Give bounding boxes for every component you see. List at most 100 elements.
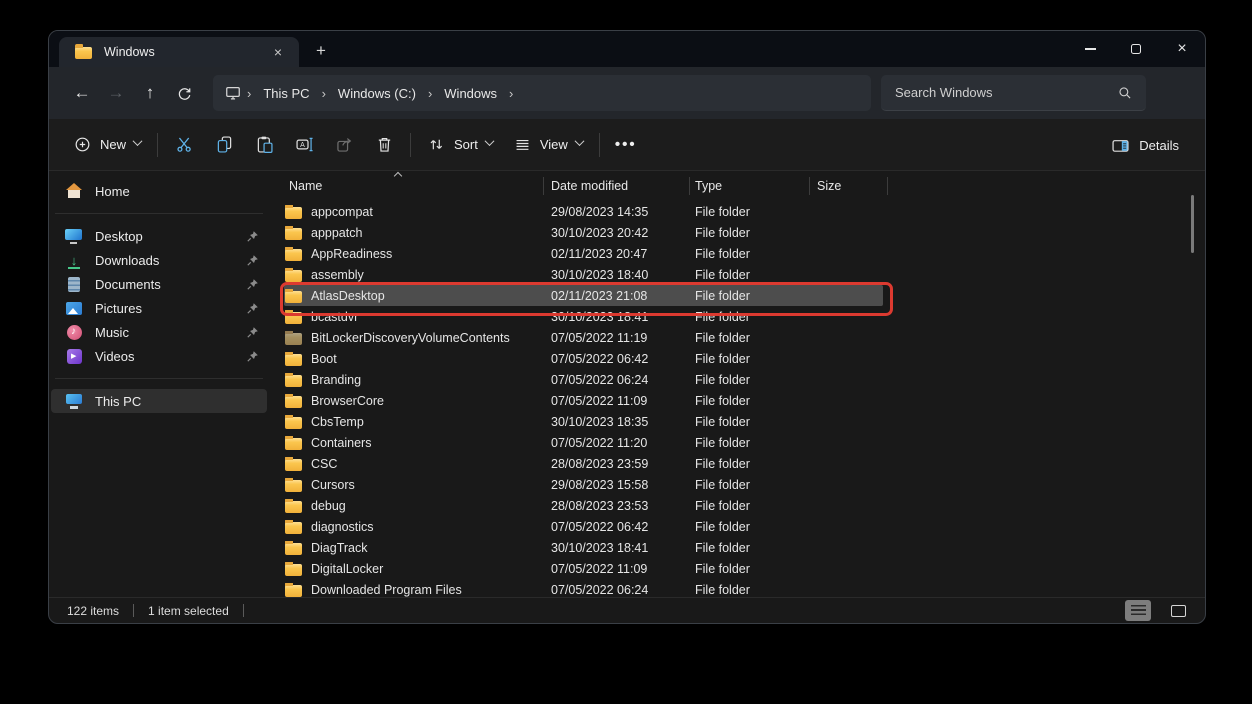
close-button[interactable]: × bbox=[1159, 32, 1205, 66]
folder-icon bbox=[285, 501, 302, 513]
file-row[interactable]: BrowserCore 07/05/2022 11:09 File folder bbox=[269, 390, 1205, 411]
folder-icon bbox=[285, 375, 302, 387]
file-row[interactable]: Containers 07/05/2022 11:20 File folder bbox=[269, 432, 1205, 453]
file-row[interactable]: assembly 30/10/2023 18:40 File folder bbox=[269, 264, 1205, 285]
up-button[interactable]: ↑ bbox=[133, 77, 167, 109]
back-button[interactable]: ← bbox=[65, 77, 99, 109]
pin-icon bbox=[246, 254, 259, 267]
file-row[interactable]: AtlasDesktop 02/11/2023 21:08 File folde… bbox=[269, 285, 1205, 306]
file-name-cell: apppatch bbox=[269, 226, 544, 240]
tab-close-icon[interactable]: × bbox=[267, 41, 289, 63]
copy-button[interactable] bbox=[204, 127, 244, 163]
search-icon[interactable] bbox=[1116, 84, 1134, 102]
file-row[interactable]: BitLockerDiscoveryVolumeContents 07/05/2… bbox=[269, 327, 1205, 348]
column-header-type[interactable]: Type bbox=[690, 171, 810, 201]
sidebar-item-this-pc[interactable]: This PC bbox=[51, 389, 267, 413]
file-row[interactable]: appcompat 29/08/2023 14:35 File folder bbox=[269, 201, 1205, 222]
folder-icon bbox=[285, 480, 302, 492]
breadcrumb-segment[interactable]: Windows bbox=[436, 83, 505, 104]
sidebar-item-documents[interactable]: Documents bbox=[51, 272, 267, 296]
cut-button[interactable] bbox=[164, 127, 204, 163]
file-name-cell: debug bbox=[269, 499, 544, 513]
circle-plus-icon bbox=[73, 135, 92, 154]
search-box bbox=[881, 75, 1146, 111]
column-header-date-modified[interactable]: Date modified bbox=[544, 171, 690, 201]
column-header-size[interactable]: Size bbox=[810, 171, 888, 201]
file-row[interactable]: debug 28/08/2023 23:53 File folder bbox=[269, 495, 1205, 516]
vertical-scrollbar[interactable] bbox=[1191, 195, 1194, 253]
column-header-name[interactable]: Name bbox=[269, 171, 544, 201]
maximize-button[interactable] bbox=[1113, 32, 1159, 66]
details-view-toggle[interactable] bbox=[1125, 600, 1151, 621]
details-pane-button[interactable]: Details bbox=[1100, 127, 1189, 163]
sidebar-item-downloads[interactable]: Downloads bbox=[51, 248, 267, 272]
command-bar: New bbox=[49, 119, 1205, 171]
file-row[interactable]: AppReadiness 02/11/2023 20:47 File folde… bbox=[269, 243, 1205, 264]
view-button[interactable]: View bbox=[503, 127, 593, 163]
new-tab-button[interactable]: + bbox=[307, 37, 335, 65]
file-row[interactable]: Downloaded Program Files 07/05/2022 06:2… bbox=[269, 579, 1205, 600]
breadcrumb-segment[interactable]: Windows (C:) bbox=[330, 83, 424, 104]
sidebar-item-videos[interactable]: Videos bbox=[51, 344, 267, 368]
file-row[interactable]: CSC 28/08/2023 23:59 File folder bbox=[269, 453, 1205, 474]
file-row[interactable]: DiagTrack 30/10/2023 18:41 File folder bbox=[269, 537, 1205, 558]
file-name-cell: bcastdvr bbox=[269, 310, 544, 324]
file-date-modified: 07/05/2022 06:42 bbox=[544, 520, 690, 534]
see-more-button[interactable]: ••• bbox=[606, 127, 646, 163]
file-row[interactable]: CbsTemp 30/10/2023 18:35 File folder bbox=[269, 411, 1205, 432]
scissors-cut-icon bbox=[174, 134, 195, 155]
file-row[interactable]: DigitalLocker 07/05/2022 11:09 File fold… bbox=[269, 558, 1205, 579]
tab-title: Windows bbox=[104, 45, 267, 59]
file-name-cell: CSC bbox=[269, 457, 544, 471]
file-name: BrowserCore bbox=[311, 394, 384, 408]
file-name: bcastdvr bbox=[311, 310, 358, 324]
file-row[interactable]: Branding 07/05/2022 06:24 File folder bbox=[269, 369, 1205, 390]
paste-icon bbox=[254, 134, 275, 155]
sort-button[interactable]: Sort bbox=[417, 127, 503, 163]
breadcrumb: ›This PC›Windows (C:)›Windows› bbox=[213, 75, 871, 111]
file-type: File folder bbox=[690, 394, 810, 408]
sidebar-item-music[interactable]: Music bbox=[51, 320, 267, 344]
rename-button[interactable]: A bbox=[284, 127, 324, 163]
minimize-button[interactable] bbox=[1067, 32, 1113, 66]
sidebar-item-pictures[interactable]: Pictures bbox=[51, 296, 267, 320]
file-date-modified: 30/10/2023 20:42 bbox=[544, 226, 690, 240]
breadcrumb-segment[interactable]: This PC bbox=[255, 83, 317, 104]
pin-icon bbox=[246, 350, 259, 363]
delete-button[interactable] bbox=[364, 127, 404, 163]
music-icon bbox=[65, 324, 83, 341]
search-input[interactable] bbox=[893, 84, 1116, 101]
file-type: File folder bbox=[690, 310, 810, 324]
file-row[interactable]: diagnostics 07/05/2022 06:42 File folder bbox=[269, 516, 1205, 537]
file-row[interactable]: Cursors 29/08/2023 15:58 File folder bbox=[269, 474, 1205, 495]
file-date-modified: 28/08/2023 23:53 bbox=[544, 499, 690, 513]
file-row[interactable]: apppatch 30/10/2023 20:42 File folder bbox=[269, 222, 1205, 243]
large-icons-view-toggle[interactable] bbox=[1165, 600, 1191, 621]
folder-icon bbox=[285, 417, 302, 429]
column-header-label: Type bbox=[695, 179, 722, 193]
ellipsis-icon: ••• bbox=[615, 136, 637, 153]
details-pane-icon bbox=[1110, 135, 1131, 156]
paste-button[interactable] bbox=[244, 127, 284, 163]
file-name: DiagTrack bbox=[311, 541, 368, 555]
main-content: Home Desktop Downloads Documents Picture… bbox=[49, 171, 1205, 597]
sidebar-item-home[interactable]: Home bbox=[51, 179, 267, 203]
file-type: File folder bbox=[690, 583, 810, 597]
file-type: File folder bbox=[690, 373, 810, 387]
sidebar-divider bbox=[55, 213, 263, 214]
sidebar-item-label: Music bbox=[95, 325, 246, 340]
navigation-bar: ← → ↑ ›This PC›Windows (C:)›Windows› bbox=[49, 67, 1205, 119]
sidebar-item-desktop[interactable]: Desktop bbox=[51, 224, 267, 248]
share-button[interactable] bbox=[324, 127, 364, 163]
file-row[interactable]: Boot 07/05/2022 06:42 File folder bbox=[269, 348, 1205, 369]
new-button[interactable]: New bbox=[63, 127, 151, 163]
forward-button[interactable]: → bbox=[99, 77, 133, 109]
file-row[interactable]: bcastdvr 30/10/2023 18:41 File folder bbox=[269, 306, 1205, 327]
selection-count: 1 item selected bbox=[148, 604, 229, 618]
refresh-button[interactable] bbox=[167, 77, 201, 109]
file-name-cell: AppReadiness bbox=[269, 247, 544, 261]
toolbar-divider bbox=[410, 133, 411, 157]
file-type: File folder bbox=[690, 352, 810, 366]
file-date-modified: 02/11/2023 20:47 bbox=[544, 247, 690, 261]
explorer-tab-windows[interactable]: Windows × bbox=[59, 37, 299, 67]
